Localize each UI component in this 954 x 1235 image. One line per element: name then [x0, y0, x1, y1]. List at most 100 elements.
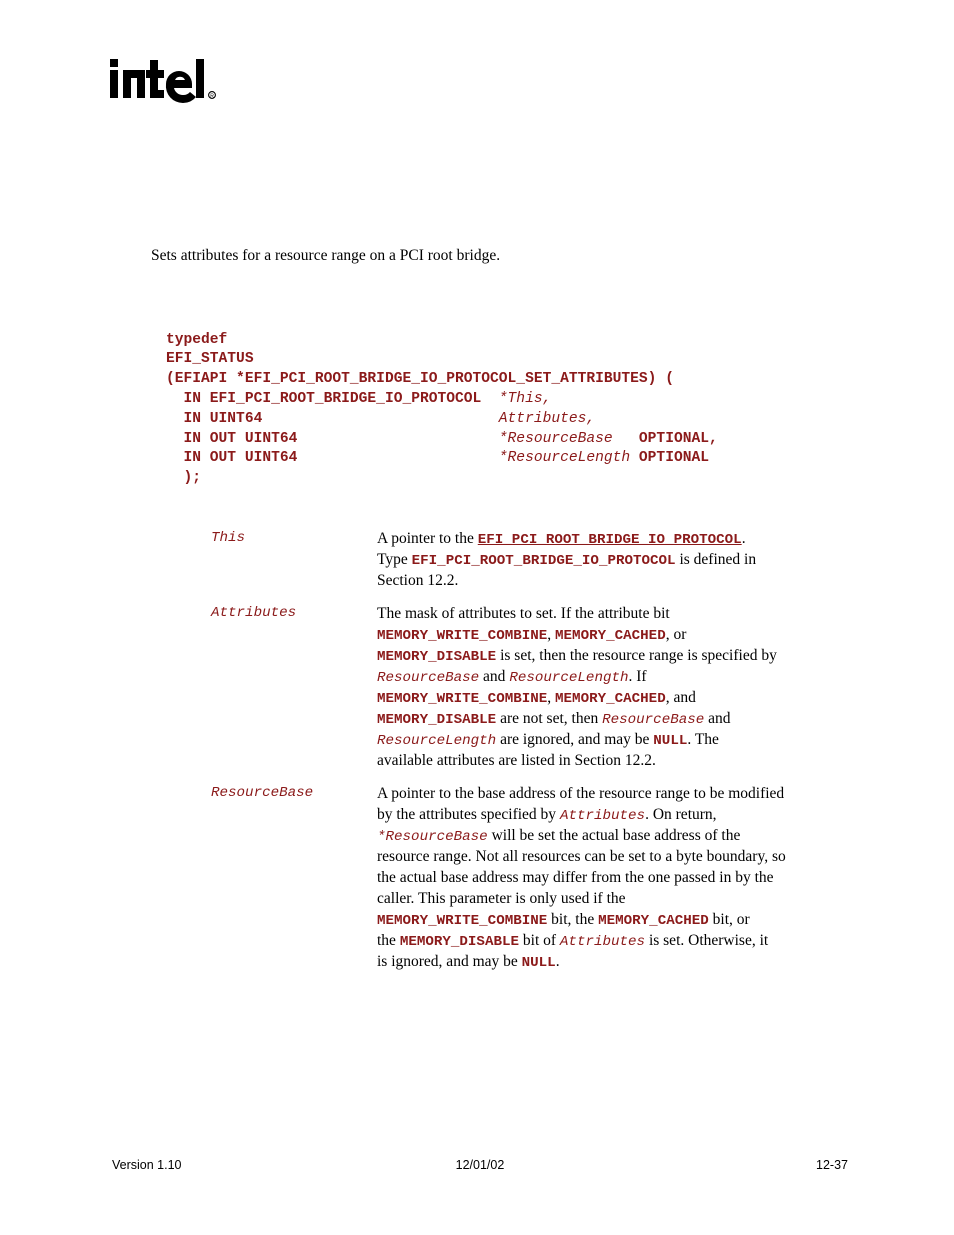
- code-optional-resourcelength: OPTIONAL: [638, 450, 709, 467]
- text-run: is set, then the resource range is speci…: [496, 647, 777, 664]
- code-line: EFI_STATUS: [166, 350, 718, 370]
- description-line: MEMORY_DISABLE is set, then the resource…: [377, 645, 851, 666]
- description-line: A pointer to the EFI_PCI_ROOT_BRIDGE_IO_…: [377, 528, 851, 549]
- code-param-type-this: IN EFI_PCI_ROOT_BRIDGE_IO_PROTOCOL: [166, 390, 499, 407]
- code-line: IN OUT UINT64 *ResourceLength OPTIONAL: [166, 449, 718, 469]
- description-line: is ignored, and may be NULL.: [377, 951, 851, 972]
- parameter-name: This: [211, 530, 246, 546]
- parameter-name: Attributes: [211, 605, 297, 621]
- text-run: . If: [628, 668, 647, 685]
- code-line: );: [166, 469, 718, 489]
- text-run: . On return,: [645, 806, 717, 823]
- code-line: (EFIAPI *EFI_PCI_ROOT_BRIDGE_IO_PROTOCOL…: [166, 370, 718, 390]
- text-run: A pointer to the: [377, 530, 478, 547]
- text-run: will be set the actual base address of t…: [487, 827, 741, 844]
- text-run: by the attributes specified by: [377, 806, 560, 823]
- description-line: resource range. Not all resources can be…: [377, 846, 851, 867]
- code-identifier: ResourceLength: [509, 670, 629, 686]
- text-run: available attributes are listed in Secti…: [377, 752, 656, 769]
- svg-text:R: R: [210, 93, 214, 99]
- text-run: bit of: [519, 932, 560, 949]
- description-line: the MEMORY_DISABLE bit of Attributes is …: [377, 930, 851, 951]
- description-line: ResourceBase and ResourceLength. If: [377, 666, 851, 687]
- text-run: The mask of attributes to set. If the at…: [377, 605, 670, 622]
- text-run: Section 12.2.: [377, 572, 459, 589]
- text-run: is defined in: [675, 551, 757, 568]
- parameter-description: A pointer to the base address of the res…: [377, 783, 851, 972]
- code-constant: NULL: [521, 955, 556, 971]
- code-function-signature: (EFIAPI *EFI_PCI_ROOT_BRIDGE_IO_PROTOCOL…: [166, 371, 674, 388]
- code-param-name-this: *This,: [498, 390, 552, 407]
- code-line: IN OUT UINT64 *ResourceBase OPTIONAL,: [166, 430, 718, 450]
- description-line: MEMORY_WRITE_COMBINE bit, the MEMORY_CAC…: [377, 909, 851, 930]
- text-run: .: [741, 530, 746, 547]
- intel-logo: R: [108, 54, 248, 114]
- description-line: The mask of attributes to set. If the at…: [377, 603, 851, 624]
- parameter-name: ResourceBase: [211, 785, 314, 801]
- protocol-link[interactable]: EFI_PCI_ROOT_BRIDGE_IO_PROTOCOL: [478, 532, 742, 548]
- code-param-type-resourcebase: IN OUT UINT64: [166, 430, 499, 447]
- description-line: MEMORY_WRITE_COMBINE, MEMORY_CACHED, or: [377, 624, 851, 645]
- code-param-type-resourcelength: IN OUT UINT64: [166, 450, 499, 467]
- text-run: are not set, then: [496, 710, 603, 727]
- code-identifier: Attributes: [559, 934, 646, 950]
- code-constant: MEMORY_CACHED: [555, 691, 666, 707]
- code-type-efi-status: EFI_STATUS: [166, 351, 254, 368]
- text-run: bit, the: [547, 911, 599, 928]
- intel-logo-svg: R: [110, 59, 216, 104]
- text-run: and: [704, 710, 731, 727]
- footer-page-number: 12-37: [816, 1158, 848, 1172]
- code-line: typedef: [166, 331, 718, 351]
- parameter-entry: ResourceBase A pointer to the base addres…: [151, 783, 851, 972]
- parameter-definition-list: This A pointer to the EFI_PCI_ROOT_BRIDGE…: [151, 528, 851, 984]
- code-identifier: ResourceBase: [377, 670, 480, 686]
- text-run: , and: [665, 689, 696, 706]
- text-run: and: [479, 668, 510, 685]
- code-keyword-typedef: typedef: [166, 331, 228, 348]
- parameter-description: A pointer to the EFI_PCI_ROOT_BRIDGE_IO_…: [377, 528, 851, 591]
- code-constant: MEMORY_WRITE_COMBINE: [377, 628, 548, 644]
- text-run: Type: [377, 551, 412, 568]
- code-block: typedef EFI_STATUS (EFIAPI *EFI_PCI_ROOT_B…: [166, 331, 718, 489]
- code-param-name-resourcebase: *ResourceBase: [498, 430, 639, 447]
- description-line: caller. This parameter is only used if t…: [377, 888, 851, 909]
- code-param-type-attributes: IN UINT64: [166, 410, 499, 427]
- text-run: caller. This parameter is only used if t…: [377, 890, 626, 907]
- description-line: the actual base address may differ from …: [377, 867, 851, 888]
- text-run: the: [377, 932, 400, 949]
- code-line: IN EFI_PCI_ROOT_BRIDGE_IO_PROTOCOL *This…: [166, 390, 718, 410]
- text-run: . The: [687, 731, 719, 748]
- parameter-description: The mask of attributes to set. If the at…: [377, 603, 851, 771]
- text-run: , or: [665, 626, 687, 643]
- code-constant: NULL: [653, 733, 688, 749]
- text-run: A pointer to the base address of the res…: [377, 785, 785, 802]
- description-line: available attributes are listed in Secti…: [377, 750, 851, 771]
- text-run: ,: [547, 626, 556, 643]
- description-line: Type EFI_PCI_ROOT_BRIDGE_IO_PROTOCOL is …: [377, 549, 851, 570]
- code-constant: MEMORY_DISABLE: [377, 649, 497, 665]
- code-param-name-resourcelength: *ResourceLength: [498, 450, 639, 467]
- footer-date: 12/01/02: [455, 1158, 505, 1172]
- description-line: by the attributes specified by Attribute…: [377, 804, 851, 825]
- code-identifier: ResourceBase: [602, 712, 705, 728]
- description-line: MEMORY_WRITE_COMBINE, MEMORY_CACHED, and: [377, 687, 851, 708]
- description-line: A pointer to the base address of the res…: [377, 783, 851, 804]
- code-constant: MEMORY_WRITE_COMBINE: [377, 913, 548, 929]
- text-run: is ignored, and may be: [377, 953, 522, 970]
- parameter-entry: This A pointer to the EFI_PCI_ROOT_BRIDGE…: [151, 528, 851, 591]
- description-line: MEMORY_DISABLE are not set, then Resourc…: [377, 708, 851, 729]
- code-identifier: Attributes: [559, 808, 646, 824]
- description-line: ResourceLength are ignored, and may be N…: [377, 729, 851, 750]
- description-text: Sets attributes for a resource range on …: [151, 247, 501, 264]
- code-constant: EFI_PCI_ROOT_BRIDGE_IO_PROTOCOL: [411, 553, 676, 569]
- page-footer: Version 1.10 12/01/02 12-37: [112, 1158, 848, 1176]
- code-constant: MEMORY_CACHED: [555, 628, 666, 644]
- code-identifier: ResourceLength: [377, 733, 497, 749]
- code-constant: MEMORY_DISABLE: [399, 934, 520, 950]
- code-line: IN UINT64 Attributes,: [166, 410, 718, 430]
- text-run: resource range. Not all resources can be…: [377, 848, 786, 865]
- code-close-paren: );: [166, 470, 202, 487]
- code-constant: MEMORY_DISABLE: [377, 712, 497, 728]
- text-run: bit, or: [708, 911, 750, 928]
- code-constant: MEMORY_WRITE_COMBINE: [377, 691, 548, 707]
